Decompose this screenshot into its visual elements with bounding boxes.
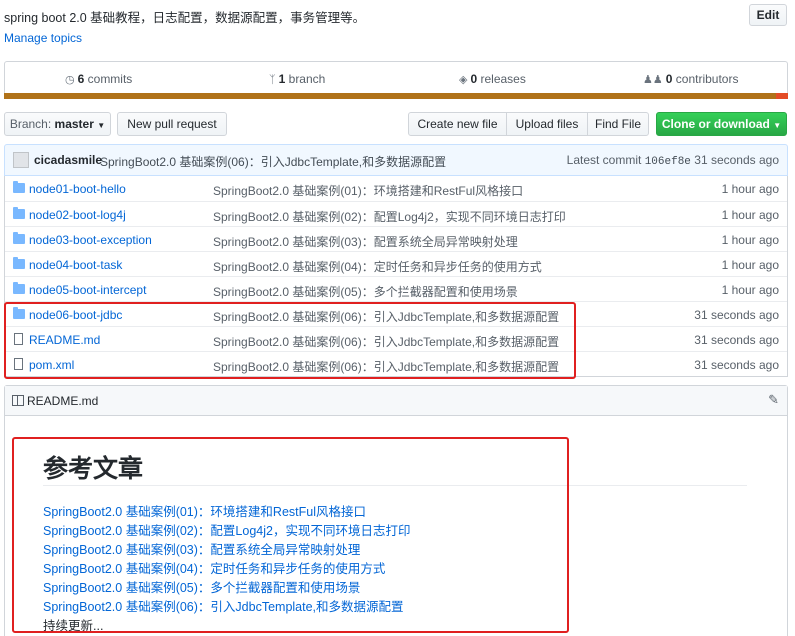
file-name-link[interactable]: node05-boot-intercept <box>29 283 146 297</box>
commit-sha[interactable]: 106ef8e <box>645 156 691 168</box>
branches-link[interactable]: ᛉ1 branch <box>269 72 325 86</box>
file-row: node01-boot-hello SpringBoot2.0 基础案例(01)… <box>5 176 787 201</box>
readme-filename: README.md <box>27 394 99 408</box>
file-icon <box>14 333 23 345</box>
upload-files-button[interactable]: Upload files <box>506 112 588 136</box>
file-age: 31 seconds ago <box>694 308 779 322</box>
folder-icon <box>13 232 25 244</box>
file-commit-message[interactable]: SpringBoot2.0 基础案例(06)：引入JdbcTemplate,和多… <box>213 308 559 325</box>
commits-link[interactable]: ◷ 6 commits <box>65 72 132 86</box>
releases-link[interactable]: ◈ 0 releases <box>459 72 526 86</box>
file-row: node03-boot-exception SpringBoot2.0 基础案例… <box>5 226 787 251</box>
readme-more-text: 持续更新... <box>43 619 104 633</box>
folder-icon <box>13 282 25 294</box>
file-row: node02-boot-log4j SpringBoot2.0 基础案例(02)… <box>5 201 787 226</box>
file-commit-message[interactable]: SpringBoot2.0 基础案例(03)：配置系统全局异常映射处理 <box>213 233 518 250</box>
language-segment-java <box>4 93 776 99</box>
create-file-button[interactable]: Create new file <box>408 112 507 136</box>
commit-author[interactable]: cicadasmile <box>34 153 102 167</box>
branch-select-button[interactable]: Branch: master ▼ <box>4 112 111 136</box>
heading-divider <box>43 485 747 486</box>
readme-heading: 参考文章 <box>43 455 144 483</box>
file-row: pom.xml SpringBoot2.0 基础案例(06)：引入JdbcTem… <box>5 351 787 376</box>
file-row: node04-boot-task SpringBoot2.0 基础案例(04)：… <box>5 251 787 276</box>
file-row: node05-boot-intercept SpringBoot2.0 基础案例… <box>5 276 787 301</box>
caret-down-icon: ▼ <box>97 121 106 130</box>
file-commit-message[interactable]: SpringBoot2.0 基础案例(06)：引入JdbcTemplate,和多… <box>213 358 559 375</box>
branch-icon: ᛉ <box>269 74 276 86</box>
file-name-link[interactable]: node04-boot-task <box>29 258 122 272</box>
file-age: 1 hour ago <box>721 182 779 196</box>
file-name-link[interactable]: node06-boot-jdbc <box>29 308 122 322</box>
latest-commit-info: Latest commit 106ef8e 31 seconds ago <box>566 153 779 168</box>
readme-link[interactable]: SpringBoot2.0 基础案例(06)：引入JdbcTemplate,和多… <box>43 596 404 615</box>
file-name-link[interactable]: pom.xml <box>29 358 74 372</box>
tag-icon: ◈ <box>459 74 468 86</box>
contributors-link[interactable]: ♟♟ 0 contributors <box>643 72 738 86</box>
manage-topics-link[interactable]: Manage topics <box>4 31 82 45</box>
caret-down-icon: ▼ <box>773 121 782 130</box>
people-icon: ♟♟ <box>643 74 663 86</box>
folder-icon <box>13 257 25 269</box>
file-age: 1 hour ago <box>721 283 779 297</box>
readme-link[interactable]: SpringBoot2.0 基础案例(03)：配置系统全局异常映射处理 <box>43 539 360 558</box>
folder-icon <box>13 207 25 219</box>
file-commit-message[interactable]: SpringBoot2.0 基础案例(06)：引入JdbcTemplate,和多… <box>213 333 559 350</box>
book-icon <box>12 395 24 406</box>
commit-age: 31 seconds ago <box>694 153 779 167</box>
readme-link[interactable]: SpringBoot2.0 基础案例(01)：环境搭建和RestFul风格接口 <box>43 501 366 520</box>
readme-header: README.md ✎ <box>5 386 787 416</box>
pencil-icon[interactable]: ✎ <box>768 392 779 408</box>
new-pull-request-button[interactable]: New pull request <box>117 112 227 136</box>
file-name-link[interactable]: node01-boot-hello <box>29 182 126 196</box>
readme-link[interactable]: SpringBoot2.0 基础案例(04)：定时任务和异步任务的使用方式 <box>43 558 385 577</box>
folder-icon <box>13 181 25 193</box>
find-file-button[interactable]: Find File <box>587 112 649 136</box>
file-age: 1 hour ago <box>721 258 779 272</box>
file-list: node01-boot-hello SpringBoot2.0 基础案例(01)… <box>4 176 788 377</box>
readme-link[interactable]: SpringBoot2.0 基础案例(02)：配置Log4j2，实现不同环境日志… <box>43 520 410 539</box>
file-name-link[interactable]: README.md <box>29 333 100 347</box>
file-row: README.md SpringBoot2.0 基础案例(06)：引入JdbcT… <box>5 326 787 351</box>
file-commit-message[interactable]: SpringBoot2.0 基础案例(01)：环境搭建和RestFul风格接口 <box>213 182 523 199</box>
file-commit-message[interactable]: SpringBoot2.0 基础案例(05)：多个拦截器配置和使用场景 <box>213 283 518 300</box>
avatar[interactable] <box>13 152 29 168</box>
file-icon <box>14 358 23 370</box>
file-name-link[interactable]: node02-boot-log4j <box>29 208 126 222</box>
file-age: 31 seconds ago <box>694 358 779 372</box>
language-segment-html <box>776 93 788 99</box>
latest-commit-bar: cicadasmile SpringBoot2.0 基础案例(06)：引入Jdb… <box>4 144 788 176</box>
history-icon: ◷ <box>65 74 75 86</box>
file-age: 1 hour ago <box>721 233 779 247</box>
file-commit-message[interactable]: SpringBoot2.0 基础案例(02)：配置Log4j2，实现不同环境日志… <box>213 208 566 225</box>
file-name-link[interactable]: node03-boot-exception <box>29 233 152 247</box>
file-commit-message[interactable]: SpringBoot2.0 基础案例(04)：定时任务和异步任务的使用方式 <box>213 258 542 275</box>
repo-description: spring boot 2.0 基础教程，日志配置，数据源配置，事务管理等。 <box>4 11 366 25</box>
file-age: 1 hour ago <box>721 208 779 222</box>
folder-icon <box>13 307 25 319</box>
language-bar[interactable] <box>4 93 788 99</box>
file-row: node06-boot-jdbc SpringBoot2.0 基础案例(06)：… <box>5 301 787 326</box>
edit-button[interactable]: Edit <box>749 4 787 26</box>
commit-message[interactable]: SpringBoot2.0 基础案例(06)：引入JdbcTemplate,和多… <box>100 153 446 170</box>
file-age: 31 seconds ago <box>694 333 779 347</box>
clone-download-button[interactable]: Clone or download ▼ <box>656 112 787 136</box>
readme-link[interactable]: SpringBoot2.0 基础案例(05)：多个拦截器配置和使用场景 <box>43 577 360 596</box>
